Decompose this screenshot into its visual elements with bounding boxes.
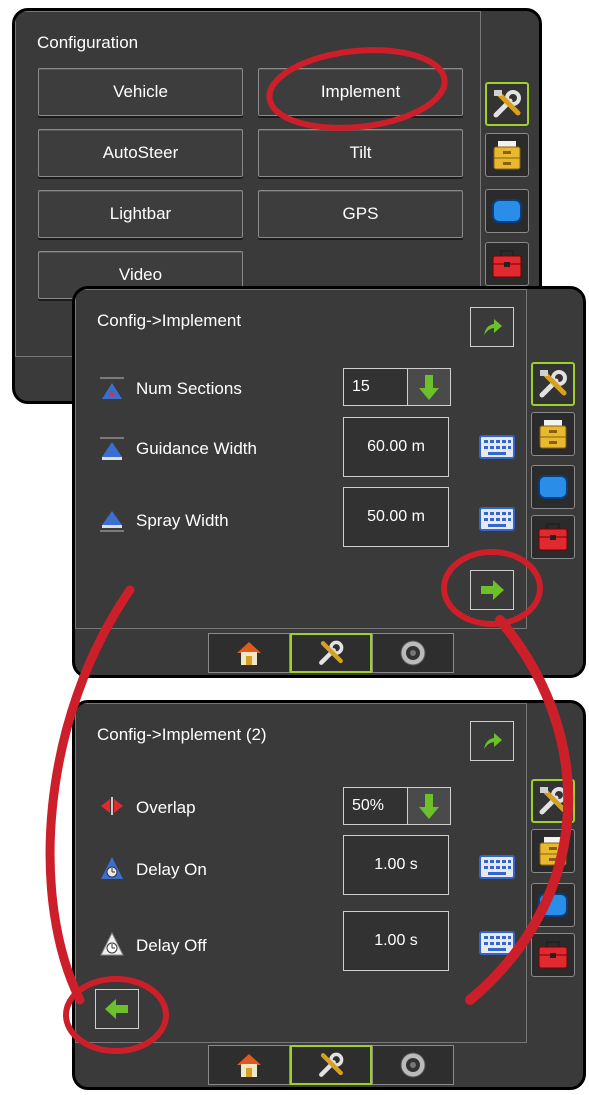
implement-button[interactable]: Implement <box>258 68 463 116</box>
side-tab-display[interactable] <box>531 883 575 927</box>
keyboard-icon[interactable] <box>479 931 515 955</box>
side-tab-tools[interactable] <box>485 242 529 286</box>
camera-tab[interactable] <box>372 1045 454 1085</box>
side-tab-data[interactable] <box>531 829 575 873</box>
side-tab-tools[interactable] <box>531 515 575 559</box>
bottom-nav-bar <box>208 1045 454 1085</box>
vehicle-button[interactable]: Vehicle <box>38 68 243 116</box>
overlap-dropdown[interactable]: 50% <box>343 787 451 825</box>
spray-width-field[interactable]: 50.00 m <box>343 487 449 547</box>
toolbox-icon <box>538 941 568 969</box>
svg-text:#: # <box>109 388 116 400</box>
toolbox-icon <box>492 250 522 278</box>
tools-icon <box>539 370 567 398</box>
side-tab-configuration[interactable] <box>531 362 575 406</box>
configuration-tab[interactable] <box>290 1045 372 1085</box>
implement-panel-1 <box>75 289 527 629</box>
delay-off-icon <box>100 931 124 956</box>
gps-button[interactable]: GPS <box>258 190 463 238</box>
curved-arrow-icon <box>484 733 502 749</box>
file-cabinet-icon <box>539 837 567 866</box>
keyboard-icon[interactable] <box>479 855 515 879</box>
page-title: Config->Implement <box>97 311 242 330</box>
overlap-icon <box>101 797 123 815</box>
down-arrow-icon <box>419 375 439 400</box>
tilt-button[interactable]: Tilt <box>258 129 463 177</box>
num-sections-value: 15 <box>352 378 370 395</box>
num-sections-icon: # <box>100 377 124 400</box>
display-icon <box>492 199 522 223</box>
side-tab-configuration[interactable] <box>485 82 529 126</box>
down-arrow-icon <box>419 794 439 819</box>
side-tab-display[interactable] <box>531 465 575 509</box>
delay-on-field[interactable]: 1.00 s <box>343 835 449 895</box>
side-tab-display[interactable] <box>485 189 529 233</box>
autosteer-button[interactable]: AutoSteer <box>38 129 243 177</box>
home-tab[interactable] <box>208 633 290 673</box>
side-tab-tools[interactable] <box>531 933 575 977</box>
implement-screen-1: Config->Implement # Num Sections 15 Guid… <box>72 286 586 678</box>
delay-off-field[interactable]: 1.00 s <box>343 911 449 971</box>
guidance-width-label: Guidance Width <box>136 439 257 458</box>
display-icon <box>538 475 568 499</box>
tools-icon <box>493 90 521 118</box>
home-icon <box>237 1054 261 1077</box>
toolbox-icon <box>538 523 568 551</box>
configuration-tab[interactable] <box>290 633 372 673</box>
num-sections-dropdown[interactable]: 15 <box>343 368 451 406</box>
camera-icon <box>400 640 426 666</box>
right-arrow-icon <box>481 580 504 600</box>
side-tab-data[interactable] <box>531 412 575 456</box>
spray-width-label: Spray Width <box>136 511 229 530</box>
display-icon <box>538 893 568 917</box>
delay-on-label: Delay On <box>136 860 207 879</box>
spray-width-icon <box>100 511 124 532</box>
guidance-width-field[interactable]: 60.00 m <box>343 417 449 477</box>
guidance-width-icon <box>100 437 124 460</box>
tools-icon <box>539 787 567 815</box>
keyboard-icon[interactable] <box>479 435 515 459</box>
delay-on-icon <box>101 857 123 879</box>
tools-icon <box>319 640 344 665</box>
home-icon <box>237 642 261 665</box>
back-button[interactable] <box>470 307 514 347</box>
camera-icon <box>400 1052 426 1078</box>
curved-arrow-icon <box>484 319 502 335</box>
implement-screen-2: Config->Implement (2) Overlap 50% Delay … <box>72 700 586 1090</box>
previous-page-button[interactable] <box>95 989 139 1029</box>
keyboard-icon[interactable] <box>479 507 515 531</box>
bottom-nav-bar <box>208 633 454 673</box>
side-tab-configuration[interactable] <box>531 779 575 823</box>
tools-icon <box>319 1052 344 1077</box>
file-cabinet-icon <box>493 141 521 170</box>
overlap-value: 50% <box>352 797 385 814</box>
delay-off-label: Delay Off <box>136 936 207 955</box>
overlap-label: Overlap <box>136 798 196 817</box>
camera-tab[interactable] <box>372 633 454 673</box>
dropdown-arrow[interactable] <box>407 788 450 824</box>
lightbar-button[interactable]: Lightbar <box>38 190 243 238</box>
home-tab[interactable] <box>208 1045 290 1085</box>
file-cabinet-icon <box>539 420 567 449</box>
back-button[interactable] <box>470 721 514 761</box>
left-arrow-icon <box>105 999 128 1019</box>
dropdown-arrow[interactable] <box>407 369 450 405</box>
side-tab-data[interactable] <box>485 133 529 177</box>
page-title: Config->Implement (2) <box>97 725 267 744</box>
next-page-button[interactable] <box>470 570 514 610</box>
num-sections-label: Num Sections <box>136 379 242 398</box>
page-title: Configuration <box>37 33 139 52</box>
